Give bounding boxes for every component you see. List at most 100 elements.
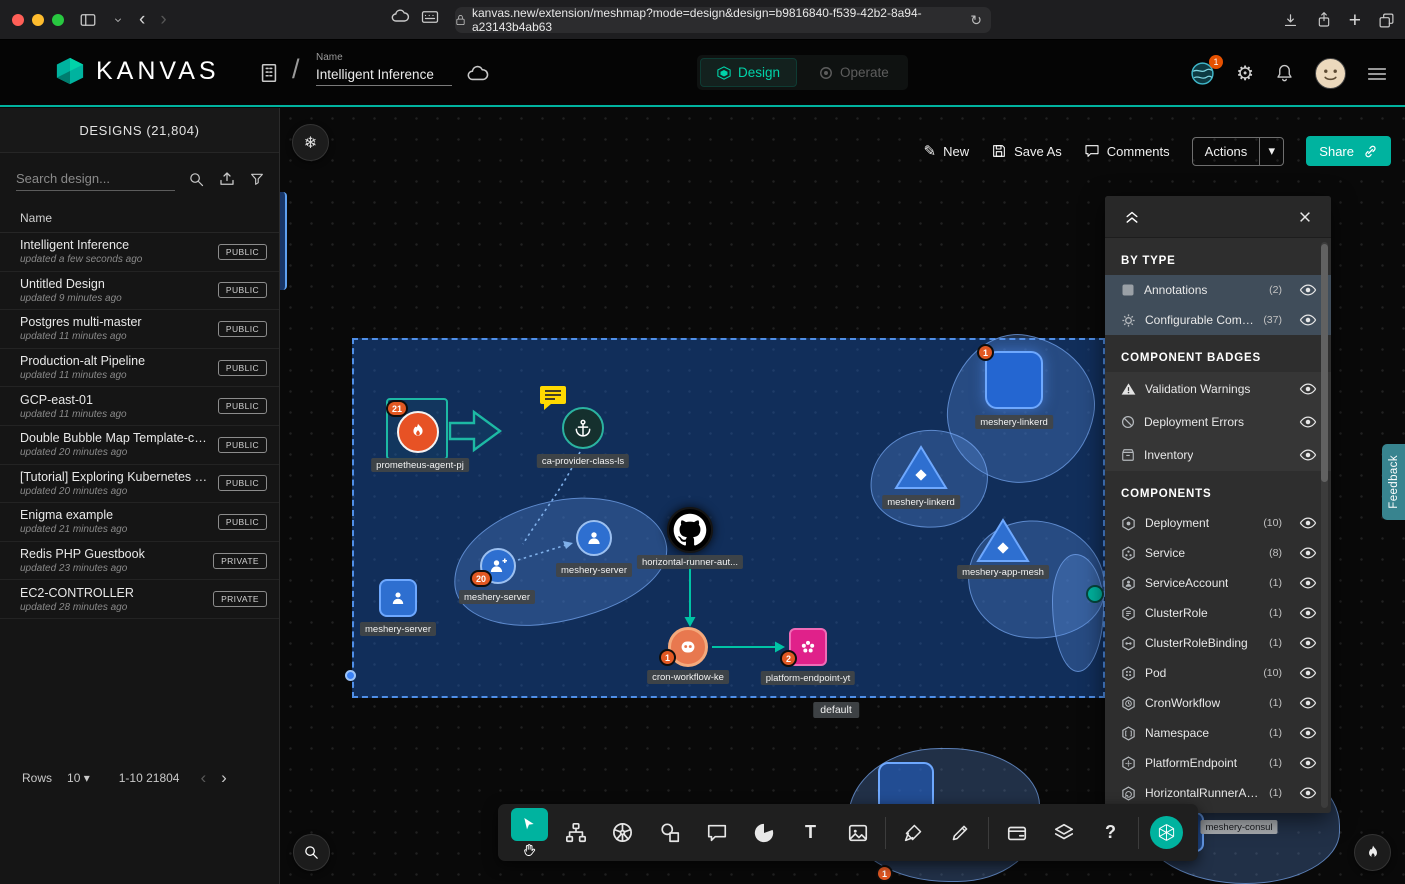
node-label-github-runner[interactable]: horizontal-runner-aut...	[637, 555, 743, 569]
tab-overview-icon[interactable]	[1378, 12, 1395, 29]
node-linkerd-top[interactable]	[985, 351, 1043, 409]
error-badge[interactable]: 20	[470, 570, 492, 587]
help-tool[interactable]: ?	[1087, 822, 1134, 843]
close-window-button[interactable]	[12, 14, 24, 26]
actions-dropdown[interactable]: Actions ▾	[1192, 137, 1285, 166]
media-tool[interactable]	[834, 822, 881, 844]
namespace-label-default[interactable]: default	[813, 702, 859, 718]
icloud-tabs-icon[interactable]	[390, 8, 410, 24]
zoom-button[interactable]	[293, 834, 330, 871]
node-ca-provider[interactable]	[562, 407, 604, 449]
node-server-circle[interactable]	[576, 520, 612, 556]
sidebar-toggle-icon[interactable]	[79, 11, 97, 29]
visibility-eye-icon[interactable]	[1299, 697, 1317, 709]
visibility-eye-icon[interactable]	[1299, 727, 1317, 739]
pan-hand-icon[interactable]	[522, 843, 537, 858]
prev-page-button[interactable]: ‹	[200, 768, 206, 788]
node-app-mesh[interactable]	[975, 517, 1031, 564]
node-server-square[interactable]	[379, 579, 417, 617]
rows-per-page-select[interactable]: 10 ▾	[67, 771, 90, 785]
node-teal-dot[interactable]	[1086, 585, 1104, 603]
reader-view-icon[interactable]	[421, 10, 439, 24]
filter-icon[interactable]	[249, 171, 265, 187]
minimize-window-button[interactable]	[32, 14, 44, 26]
zoom-window-button[interactable]	[52, 14, 64, 26]
share-icon[interactable]	[1316, 11, 1332, 29]
pencil-tool[interactable]	[937, 822, 984, 843]
close-panel-icon[interactable]	[1298, 210, 1312, 224]
import-icon[interactable]	[218, 170, 236, 188]
kubernetes-tool[interactable]	[599, 821, 646, 844]
cloud-sync-icon[interactable]	[466, 64, 490, 82]
component-row-serviceaccount[interactable]: ServiceAccount (1)	[1105, 568, 1331, 598]
node-linkerd-mid[interactable]	[893, 444, 949, 491]
select-tool[interactable]	[506, 808, 552, 858]
component-row-service[interactable]: Service (8)	[1105, 538, 1331, 568]
design-row[interactable]: Production-alt Pipelineupdated 11 minute…	[0, 349, 279, 388]
meshery-extension-button[interactable]	[1143, 816, 1190, 849]
node-label-app-mesh[interactable]: meshery-app-mesh	[957, 565, 1049, 579]
relationship-tool[interactable]	[552, 822, 599, 844]
layer-row-configurable-components[interactable]: Configurable Compon (37)	[1105, 305, 1331, 335]
node-label-consul[interactable]: meshery-consul	[1200, 820, 1277, 834]
text-tool[interactable]: T	[787, 822, 834, 843]
node-label-server[interactable]: meshery-server	[360, 622, 436, 636]
visibility-eye-icon[interactable]	[1299, 577, 1317, 589]
comment-tool[interactable]	[693, 822, 740, 844]
visibility-eye-icon[interactable]	[1299, 787, 1317, 799]
design-name-input[interactable]	[316, 64, 452, 86]
pen-tool[interactable]	[890, 822, 937, 843]
design-row[interactable]: Untitled Designupdated 9 minutes ago PUB…	[0, 272, 279, 311]
visibility-eye-icon[interactable]	[1299, 637, 1317, 649]
new-button[interactable]: ✎ New	[924, 142, 970, 160]
snowflake-button[interactable]: ❄	[292, 124, 329, 161]
column-header-name[interactable]: Name	[0, 201, 279, 233]
feedback-tab[interactable]: Feedback	[1382, 444, 1405, 520]
pie-tool[interactable]	[740, 822, 787, 844]
node-label-server[interactable]: meshery-server	[556, 563, 632, 577]
node-label-ca-provider[interactable]: ca-provider-class-ls	[537, 454, 629, 468]
node-prometheus[interactable]	[397, 411, 439, 453]
visibility-eye-icon[interactable]	[1299, 416, 1317, 428]
design-row[interactable]: [Tutorial] Exploring Kubernetes Podupdat…	[0, 465, 279, 504]
visibility-eye-icon[interactable]	[1299, 517, 1317, 529]
node-label-prometheus[interactable]: prometheus-agent-pj	[371, 458, 469, 472]
component-row-cronworkflow[interactable]: CronWorkflow (1)	[1105, 688, 1331, 718]
visibility-eye-icon[interactable]	[1299, 383, 1317, 395]
visibility-eye-icon[interactable]	[1299, 757, 1317, 769]
card-tool[interactable]	[993, 822, 1040, 844]
downloads-icon[interactable]	[1282, 12, 1299, 29]
comments-button[interactable]: Comments	[1084, 143, 1170, 159]
error-badge[interactable]: 1	[876, 865, 893, 882]
layers-tool[interactable]	[1040, 822, 1087, 844]
design-row[interactable]: Intelligent Inferenceupdated a few secon…	[0, 233, 279, 272]
node-github-runner[interactable]	[667, 507, 713, 553]
component-row-platformendpoint[interactable]: PlatformEndpoint (1)	[1105, 748, 1331, 778]
panel-scrollbar-thumb[interactable]	[1321, 244, 1328, 482]
layer-row-annotations[interactable]: Annotations (2)	[1105, 275, 1331, 305]
shapes-tool[interactable]	[646, 822, 693, 844]
flame-button[interactable]	[1354, 834, 1391, 871]
node-label-cron-workflow[interactable]: cron-workflow-ke	[647, 670, 729, 684]
comment-note-icon[interactable]	[538, 384, 568, 411]
save-as-button[interactable]: Save As	[991, 143, 1062, 159]
node-label-server[interactable]: meshery-server	[459, 590, 535, 604]
visibility-eye-icon[interactable]	[1299, 284, 1317, 296]
forward-button[interactable]: ›	[160, 10, 166, 29]
badge-row-deployment-errors[interactable]: Deployment Errors	[1105, 405, 1331, 438]
design-row[interactable]: Enigma exampleupdated 21 minutes ago PUB…	[0, 503, 279, 542]
notifications-icon[interactable]: 1	[1190, 61, 1215, 86]
design-canvas[interactable]: ❄ ✎ New Save As Comments Actions ▾ Share	[280, 108, 1405, 884]
tab-design[interactable]: Design	[700, 58, 797, 87]
design-row[interactable]: Postgres multi-masterupdated 11 minutes …	[0, 310, 279, 349]
component-row-clusterrole[interactable]: ClusterRole (1)	[1105, 598, 1331, 628]
chevron-down-icon[interactable]	[112, 14, 124, 26]
visibility-eye-icon[interactable]	[1299, 547, 1317, 559]
actions-caret-icon[interactable]: ▾	[1259, 138, 1283, 165]
address-bar[interactable]: kanvas.new/extension/meshmap?mode=design…	[455, 7, 991, 33]
panel-scrollbar[interactable]	[1321, 242, 1328, 808]
visibility-eye-icon[interactable]	[1299, 667, 1317, 679]
bell-icon[interactable]	[1275, 63, 1294, 84]
organization-icon[interactable]	[258, 62, 280, 84]
search-input[interactable]	[16, 167, 175, 191]
